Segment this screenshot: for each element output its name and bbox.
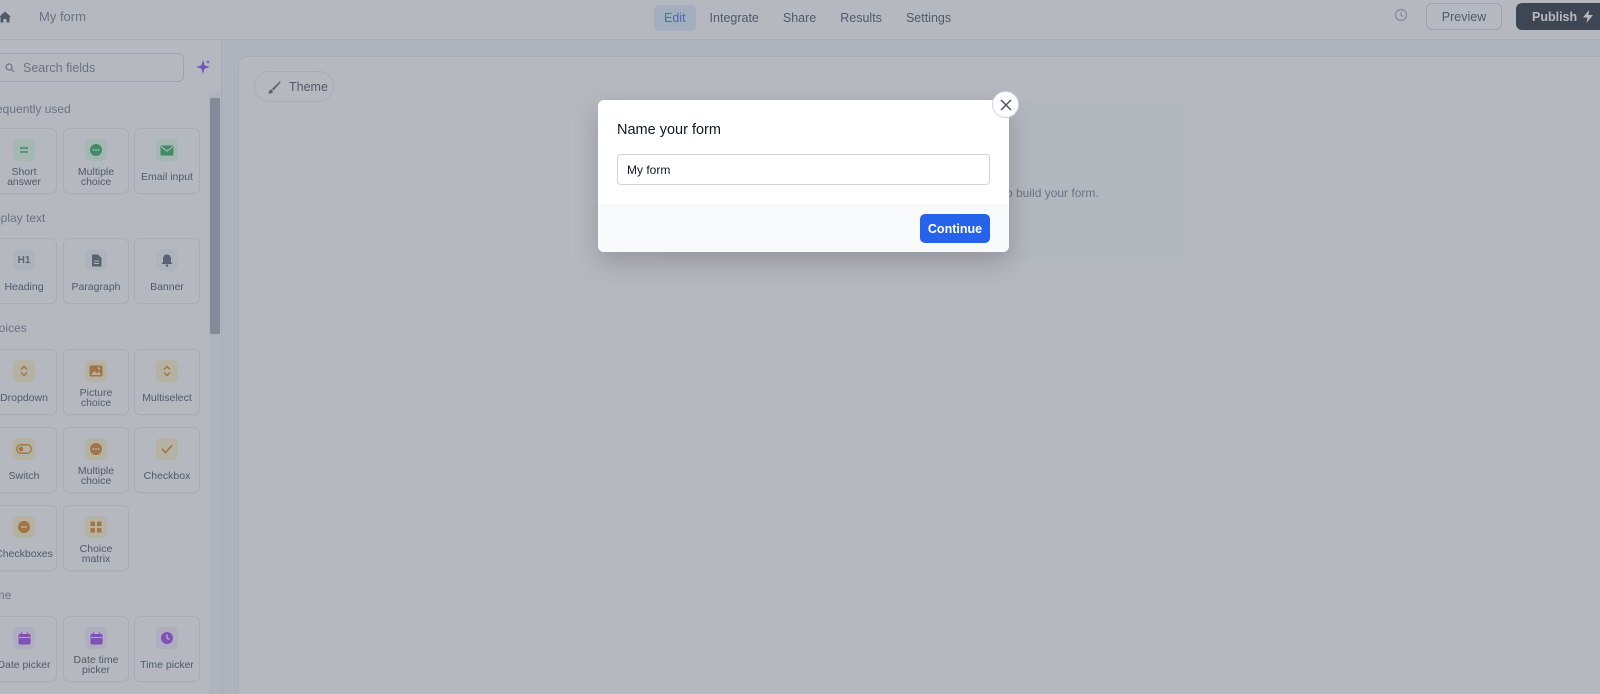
form-name-input[interactable] xyxy=(617,154,990,185)
dialog-footer: Continue xyxy=(598,204,1009,252)
close-icon xyxy=(999,98,1012,111)
name-form-dialog: Name your form Continue xyxy=(598,100,1009,252)
dialog-title: Name your form xyxy=(617,122,721,138)
close-dialog-button[interactable] xyxy=(992,91,1019,118)
continue-button[interactable]: Continue xyxy=(920,214,990,243)
